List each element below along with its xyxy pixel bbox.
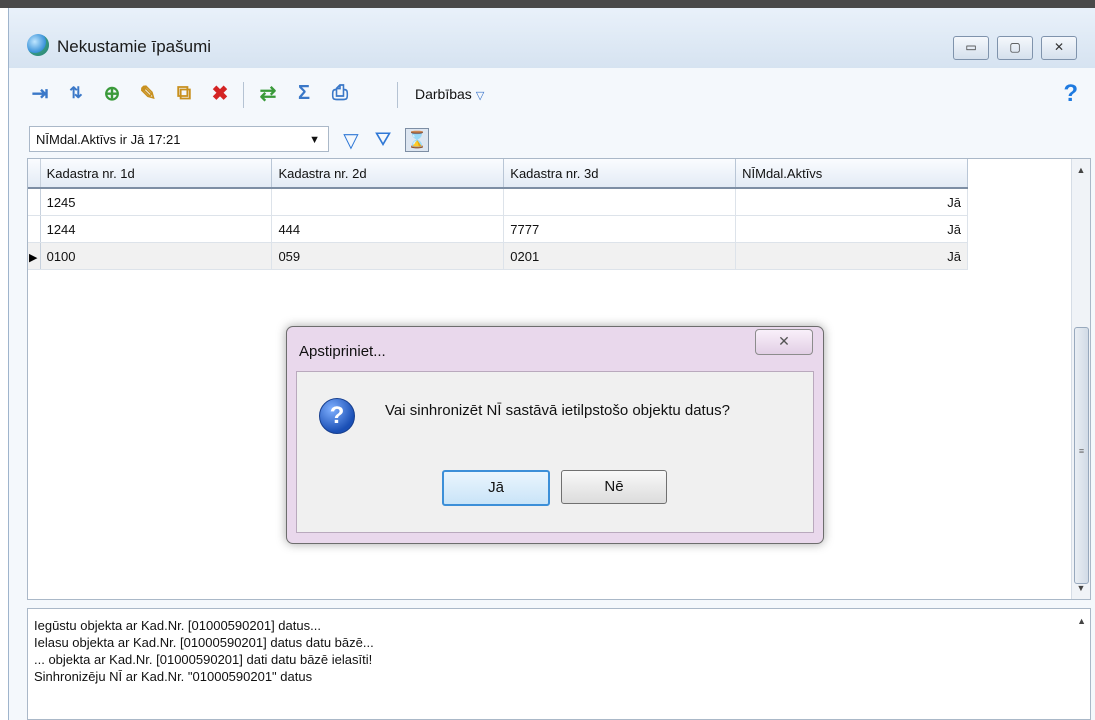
table-cell[interactable]: 444 (271, 215, 505, 243)
table-row-current[interactable]: ▶ 0100 059 0201 Jā (28, 242, 968, 270)
refresh-icon[interactable]: ⇄ (255, 80, 281, 106)
log-line: Iegūstu objekta ar Kad.Nr. [01000590201]… (34, 618, 321, 633)
new-record-icon[interactable]: ⊕ (99, 80, 125, 106)
scroll-up-icon[interactable]: ▲ (1072, 161, 1090, 179)
scrollbar-thumb[interactable]: ≡ (1074, 327, 1089, 584)
log-line: ... objekta ar Kad.Nr. [01000590201] dat… (34, 652, 373, 667)
advanced-filter-icon[interactable]: ⛛ (371, 128, 395, 152)
log-line: Ielasu objekta ar Kad.Nr. [01000590201] … (34, 635, 374, 650)
dialog-body: ? Vai sinhronizēt NĪ sastāvā ietilpstošo… (296, 371, 814, 533)
column-header[interactable]: Kadastra nr. 3d (503, 159, 737, 189)
log-line: Sinhronizēju NĪ ar Kad.Nr. "01000590201"… (34, 669, 313, 684)
dropdown-arrow-icon: ▼ (309, 134, 320, 146)
copy-icon[interactable]: ⧉ (171, 80, 197, 106)
column-header[interactable]: Kadastra nr. 2d (271, 159, 505, 189)
records-table: Kadastra nr. 1d Kadastra nr. 2d Kadastra… (28, 159, 968, 270)
filter-value: NĪMdal.Aktīvs ir Jā 17:21 (36, 132, 181, 147)
table-header-row: Kadastra nr. 1d Kadastra nr. 2d Kadastra… (28, 159, 968, 189)
dialog-close-button[interactable]: ✕ (755, 329, 813, 355)
actions-menu[interactable]: Darbības ▽ (415, 86, 484, 102)
toolbar-separator (397, 82, 398, 108)
help-icon[interactable]: ? (1063, 80, 1078, 108)
window-title: Nekustamie īpašumi (57, 37, 212, 56)
desktop-top-edge (0, 0, 1095, 8)
grip-icon: ≡ (1078, 446, 1085, 456)
actions-menu-label: Darbības (415, 86, 472, 102)
column-header[interactable]: NĪMdal.Aktīvs (735, 159, 968, 189)
dialog-message: Vai sinhronizēt NĪ sastāvā ietilpstošo o… (385, 402, 730, 419)
table-cell[interactable]: Jā (735, 188, 968, 216)
table-cell[interactable] (271, 188, 505, 216)
table-cell[interactable]: 059 (271, 242, 505, 270)
table-row[interactable]: 1245 Jā (28, 188, 968, 216)
edit-icon[interactable]: ✎ (135, 80, 161, 106)
table-row[interactable]: 1244 444 7777 Jā (28, 215, 968, 243)
row-indicator-header (28, 159, 41, 189)
filter-icon[interactable]: ▽ (339, 128, 363, 152)
print-icon[interactable]: ⎙ (327, 80, 353, 106)
confirm-dialog: Apstipriniet... ✕ ? Vai sinhronizēt NĪ s… (286, 326, 824, 544)
row-indicator (28, 215, 41, 243)
hourglass-icon[interactable]: ⌛ (405, 128, 429, 152)
column-header[interactable]: Kadastra nr. 1d (40, 159, 273, 189)
log-panel: Iegūstu objekta ar Kad.Nr. [01000590201]… (27, 608, 1091, 720)
delete-icon[interactable]: ✖ (207, 80, 233, 106)
import-icon[interactable]: ⇥ (27, 80, 53, 106)
current-row-arrow-icon: ▶ (29, 251, 38, 264)
table-cell[interactable]: Jā (735, 215, 968, 243)
table-cell[interactable]: 0201 (503, 242, 737, 270)
scroll-down-icon[interactable]: ▼ (1072, 579, 1090, 597)
yes-button[interactable]: Jā (442, 470, 550, 506)
minimize-button[interactable]: ▭ (953, 36, 989, 60)
no-button[interactable]: Nē (561, 470, 667, 504)
scroll-up-icon[interactable]: ▲ (1077, 613, 1086, 630)
table-cell[interactable] (503, 188, 737, 216)
chevron-down-icon: ▽ (475, 90, 485, 102)
question-icon: ? (319, 398, 355, 434)
row-indicator: ▶ (28, 242, 41, 270)
table-cell[interactable]: 0100 (40, 242, 273, 270)
log-lines: Iegūstu objekta ar Kad.Nr. [01000590201]… (34, 617, 374, 685)
grid-vertical-scrollbar[interactable]: ▲ ≡ ▼ (1071, 159, 1090, 599)
table-cell[interactable]: 7777 (503, 215, 737, 243)
title-bar: Nekustamie īpašumi ▭ ▢ ✕ (9, 8, 1095, 68)
toolbar-separator (243, 82, 244, 108)
filter-select[interactable]: NĪMdal.Aktīvs ir Jā 17:21 ▼ (29, 126, 329, 152)
toolbar: ⇥ ⇅ ⊕ ✎ ⧉ ✖ ⇄ Σ ⎙ Darbības ▽ ? (9, 68, 1095, 118)
filter-bar: NĪMdal.Aktīvs ir Jā 17:21 ▼ ▽ ⛛ ⌛ (9, 118, 1095, 158)
app-globe-icon (27, 34, 49, 56)
row-indicator (28, 188, 41, 216)
sum-icon[interactable]: Σ (291, 80, 317, 106)
table-cell[interactable]: 1245 (40, 188, 273, 216)
close-button[interactable]: ✕ (1041, 36, 1077, 60)
table-cell[interactable]: Jā (735, 242, 968, 270)
sort-icon[interactable]: ⇅ (63, 80, 89, 106)
maximize-button[interactable]: ▢ (997, 36, 1033, 60)
table-cell[interactable]: 1244 (40, 215, 273, 243)
dialog-title: Apstipriniet... (299, 343, 386, 360)
